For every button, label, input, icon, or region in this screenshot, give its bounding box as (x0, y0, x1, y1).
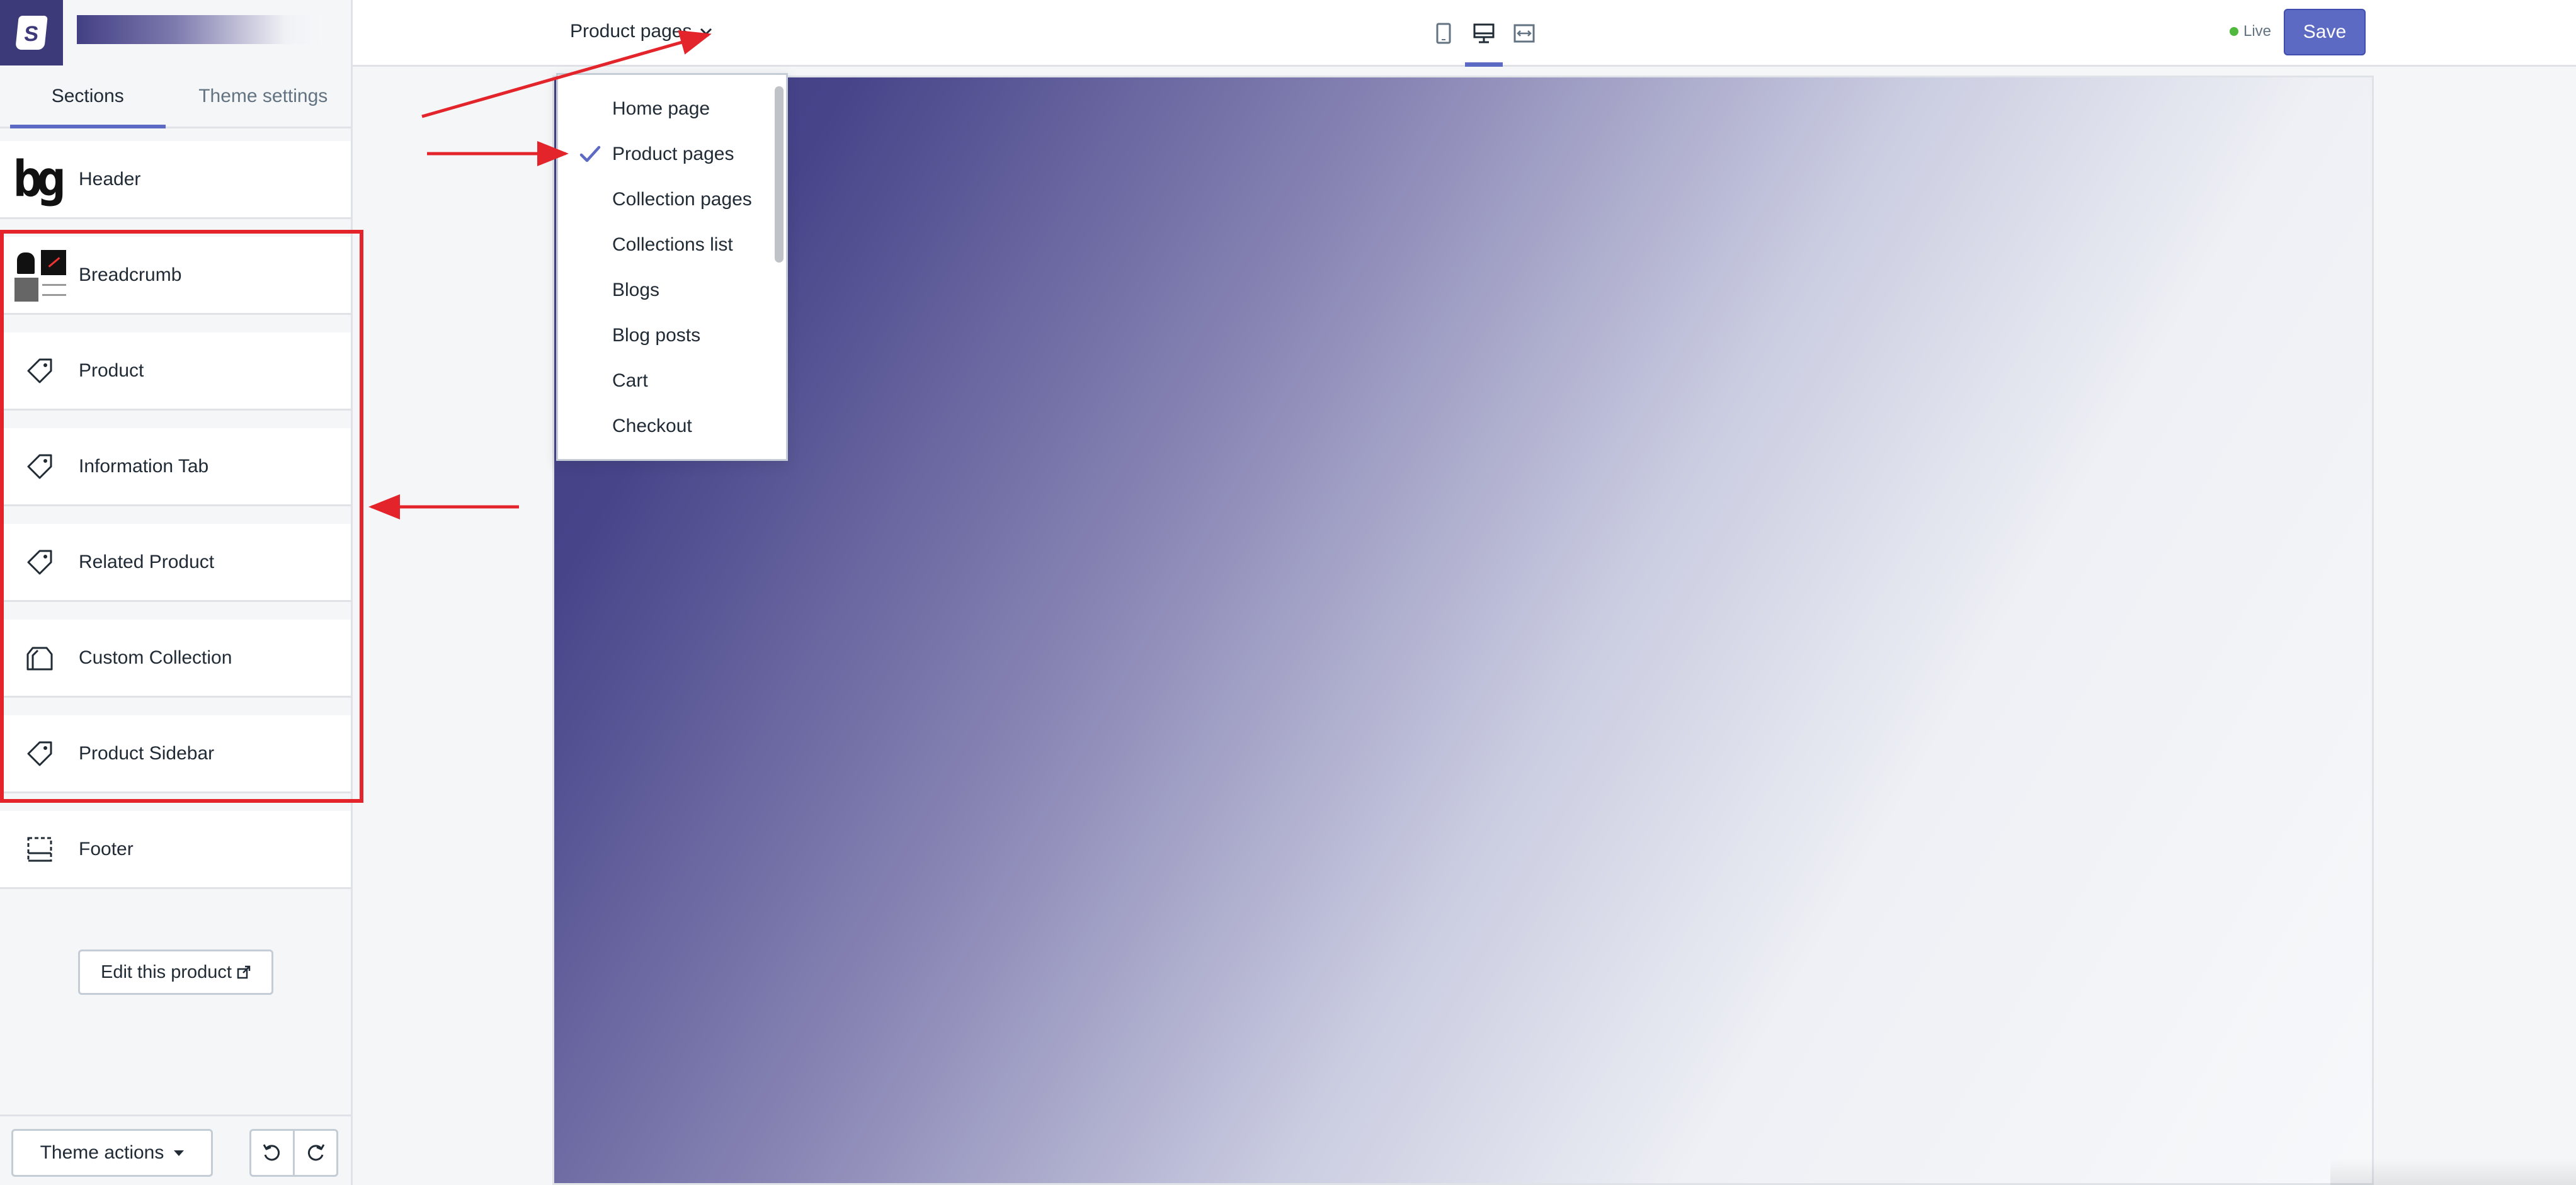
tag-icon (0, 740, 79, 768)
shopify-bag-icon (15, 16, 48, 50)
section-label: Product (79, 360, 144, 381)
tag-icon (0, 357, 79, 385)
fullscreen-view-button[interactable] (1504, 0, 1544, 67)
redo-icon (307, 1144, 325, 1161)
option-checkout[interactable]: Checkout (558, 404, 772, 449)
section-item-footer[interactable]: Footer (0, 811, 351, 889)
live-label: Live (2243, 23, 2272, 40)
theme-actions-label: Theme actions (40, 1142, 164, 1163)
save-button[interactable]: Save (2284, 9, 2366, 55)
section-label: Header (79, 168, 141, 190)
page-type-select[interactable]: Product pages (570, 18, 713, 45)
option-blog-posts[interactable]: Blog posts (558, 313, 772, 358)
dropdown-scrollbar[interactable] (773, 80, 784, 458)
live-status: Live (2230, 23, 2271, 40)
theme-actions-button[interactable]: Theme actions (11, 1129, 213, 1177)
option-home-page[interactable]: Home page (558, 86, 772, 132)
section-label: Information Tab (79, 455, 209, 477)
section-label: Custom Collection (79, 647, 232, 668)
section-item-custom-collection[interactable]: Custom Collection (0, 620, 351, 698)
desktop-icon (1473, 23, 1495, 43)
section-item-product-sidebar[interactable]: Product Sidebar (0, 715, 351, 793)
edit-product-label: Edit this product (101, 961, 232, 982)
desktop-view-button[interactable] (1464, 0, 1504, 67)
collection-icon (0, 644, 79, 672)
section-item-information-tab[interactable]: Information Tab (0, 428, 351, 506)
footer-icon (0, 836, 79, 863)
header-thumbnail-icon: bg (13, 150, 66, 208)
section-list: bg Header Breadcrumb Product Information… (0, 141, 351, 889)
page-type-options: Home page Product pages Collection pages… (558, 86, 772, 449)
section-item-product[interactable]: Product (0, 332, 351, 411)
section-label: Related Product (79, 551, 215, 572)
breadcrumb-thumbnail-icon (13, 248, 66, 302)
option-blogs[interactable]: Blogs (558, 268, 772, 313)
scrollbar-thumb[interactable] (775, 86, 784, 263)
fullscreen-icon (1513, 24, 1535, 43)
sidebar-tabs: Sections Theme settings (0, 65, 351, 128)
chevron-down-icon (700, 28, 712, 36)
device-switcher (1423, 0, 1544, 67)
shopify-logo[interactable] (0, 0, 63, 65)
store-name-banner (77, 15, 322, 44)
sidebar-bottom-bar: Theme actions (0, 1114, 351, 1185)
option-collections-list[interactable]: Collections list (558, 222, 772, 268)
caret-down-icon (174, 1150, 185, 1156)
live-dot-icon (2230, 27, 2238, 36)
option-cart[interactable]: Cart (558, 358, 772, 404)
tab-theme-settings[interactable]: Theme settings (176, 65, 351, 127)
tag-icon (0, 453, 79, 480)
section-item-header[interactable]: bg Header (0, 141, 351, 219)
mobile-view-button[interactable] (1423, 0, 1464, 67)
section-label: Breadcrumb (79, 264, 182, 285)
checkmark-icon (579, 145, 601, 162)
theme-preview[interactable] (552, 76, 2374, 1185)
page-type-label: Product pages (570, 21, 692, 42)
option-collection-pages[interactable]: Collection pages (558, 177, 772, 222)
option-product-pages[interactable]: Product pages (558, 132, 772, 177)
undo-icon (263, 1144, 280, 1161)
page-type-dropdown: Home page Product pages Collection pages… (556, 73, 788, 461)
undo-button[interactable] (249, 1129, 295, 1177)
sidebar: Sections Theme settings bg Header Breadc… (0, 0, 363, 1185)
section-label: Product Sidebar (79, 742, 215, 764)
redo-button[interactable] (293, 1129, 338, 1177)
edit-product-button[interactable]: Edit this product (78, 950, 273, 995)
section-label: Footer (79, 838, 134, 859)
section-item-related-product[interactable]: Related Product (0, 524, 351, 602)
tab-sections[interactable]: Sections (0, 65, 176, 128)
section-item-breadcrumb[interactable]: Breadcrumb (0, 237, 351, 315)
top-bar: Product pages Live Save (353, 0, 2576, 67)
tag-icon (0, 548, 79, 576)
mobile-icon (1436, 23, 1451, 44)
external-link-icon (237, 965, 251, 979)
